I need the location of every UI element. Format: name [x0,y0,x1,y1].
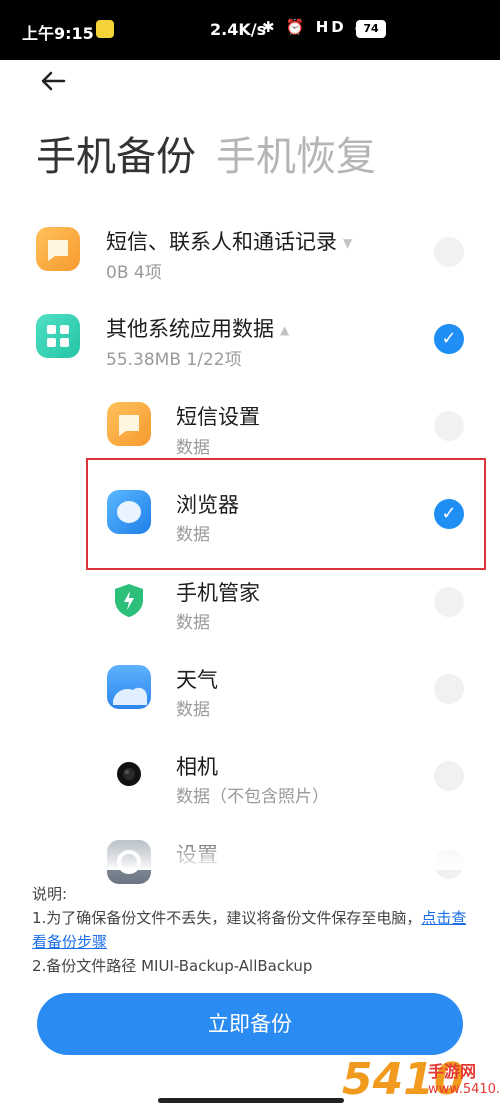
grid-apps-icon [36,314,80,358]
item-title: 其他系统应用数据 [106,317,274,341]
security-shield-icon [107,578,151,622]
checkbox[interactable] [434,674,464,704]
list-fade [0,825,500,870]
checkbox-checked[interactable]: ✓ [434,324,464,354]
notes-line-2: 2.备份文件路径 MIUI-Backup-AllBackup [32,957,313,975]
status-time: 上午9:15 [22,24,94,43]
notes-heading: 说明: [32,885,68,903]
message-icon [107,402,151,446]
item-subtitle: 数据（不包含照片） [176,787,329,807]
item-title: 短信、联系人和通话记录 [106,230,337,254]
item-subtitle: 0B 4项 [106,263,162,283]
camera-icon [107,752,151,796]
collapse-icon[interactable]: ▲ [280,323,289,337]
item-title: 相机 [176,755,218,779]
notification-app-icon [96,20,114,38]
watermark-logo: 5410 手游网 www.5410.cn [342,1052,500,1110]
item-subtitle: 数据 [176,438,210,458]
item-title: 天气 [176,668,218,692]
home-indicator[interactable] [158,1098,344,1103]
browser-icon [107,490,151,534]
weather-cloud-icon [107,665,151,709]
battery-icon: 74 [356,20,386,38]
watermark-text: 手游网 [428,1062,477,1081]
backup-now-button[interactable]: 立即备份 [37,993,463,1055]
tab-restore[interactable]: 手机恢复 [216,134,376,180]
checkbox-checked[interactable]: ✓ [434,499,464,529]
watermark-url: www.5410.cn [428,1082,500,1097]
network-speed: 2.4K/s [210,20,267,39]
item-title: 手机管家 [176,581,260,605]
expand-icon[interactable]: ▼ [343,236,352,250]
checkbox[interactable] [434,411,464,441]
notes-line-1: 1.为了确保备份文件不丢失，建议将备份文件保存至电脑， [32,909,422,927]
checkbox[interactable] [434,237,464,267]
item-subtitle: 数据 [176,700,210,720]
status-bar: 上午9:15 2.4K/s ✱ ⏰ HD 4G 74 [0,0,500,60]
message-icon [36,227,80,271]
notes: 说明: 1.为了确保备份文件不丢失，建议将备份文件保存至电脑，点击查看备份步骤 … [32,882,472,978]
tab-backup[interactable]: 手机备份 [36,134,196,180]
item-title: 短信设置 [176,405,260,429]
checkbox[interactable] [434,761,464,791]
item-subtitle: 数据 [176,525,210,545]
item-subtitle: 数据 [176,613,210,633]
item-title: 浏览器 [176,493,239,517]
arrow-left-icon[interactable] [38,66,72,96]
item-subtitle: 55.38MB 1/22项 [106,350,242,370]
checkbox[interactable] [434,587,464,617]
tab-bar: 手机备份 手机恢复 [36,124,376,182]
